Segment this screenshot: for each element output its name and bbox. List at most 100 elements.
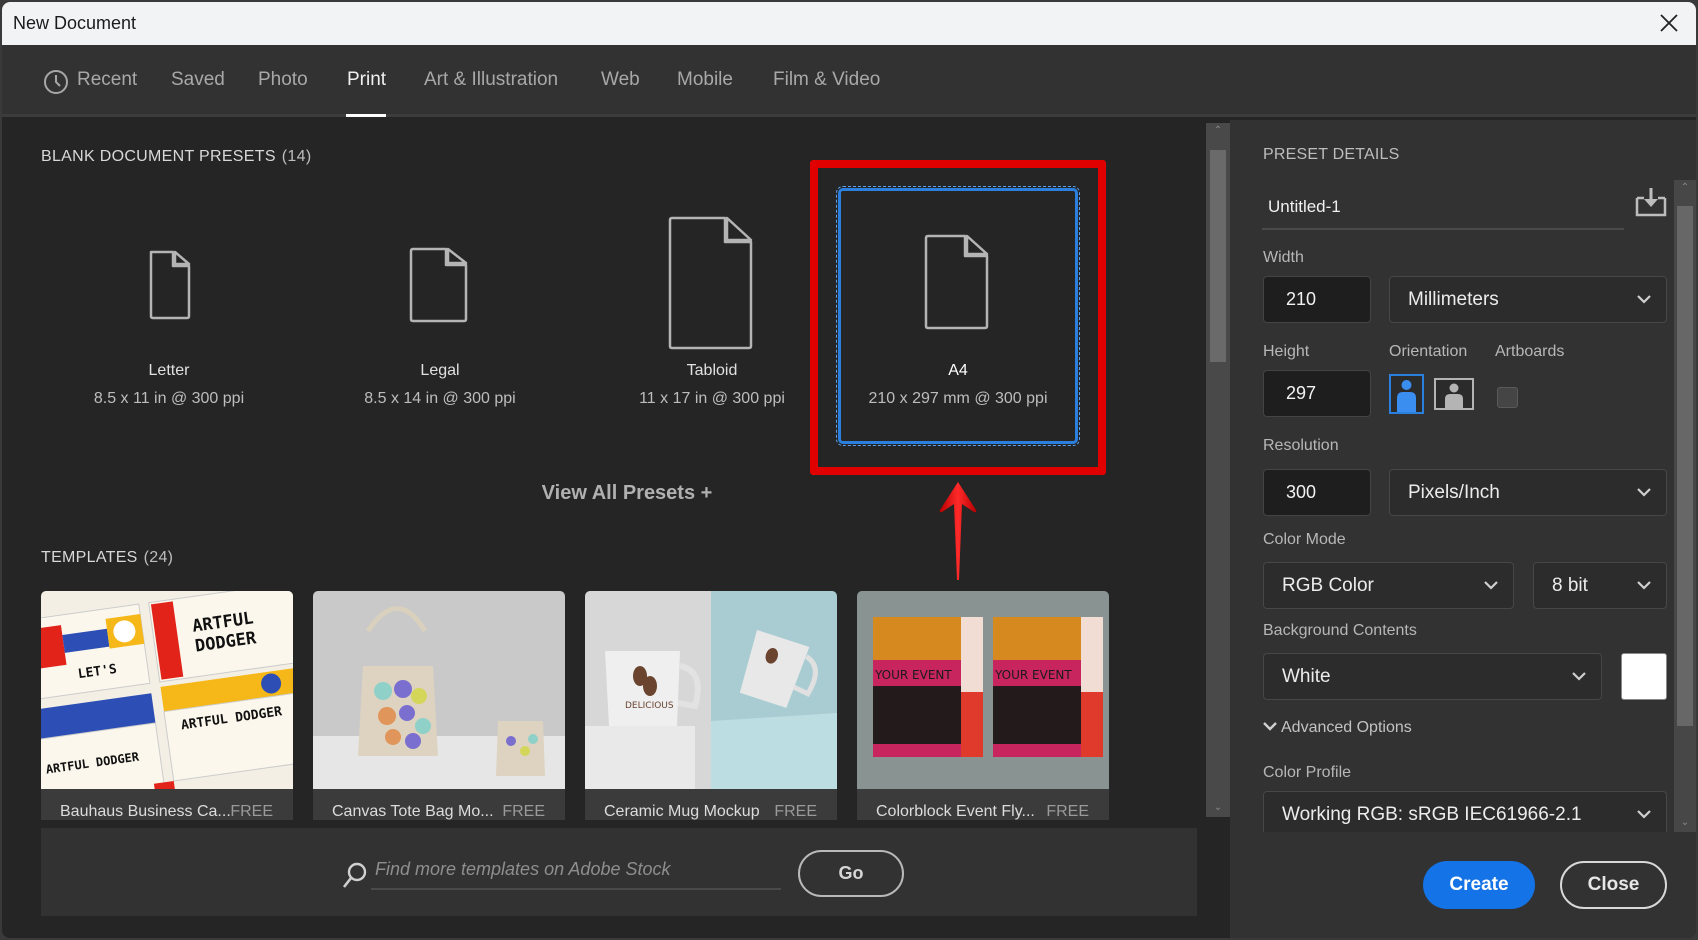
search-icon: [342, 862, 367, 888]
preset-description: 11 x 17 in @ 300 ppi: [639, 390, 785, 407]
chevron-down-icon: [1572, 672, 1586, 681]
tab-film-video[interactable]: Film & Video: [773, 69, 880, 91]
background-contents-dropdown[interactable]: White: [1263, 653, 1602, 700]
resolution-input[interactable]: [1263, 469, 1371, 516]
window-title: New Document: [13, 13, 137, 33]
scroll-up-icon[interactable]: ⌃: [1674, 182, 1696, 193]
tab-print[interactable]: Print: [347, 69, 386, 91]
preset-name: A4: [948, 362, 968, 379]
artboards-label: Artboards: [1495, 343, 1565, 360]
preset-a4[interactable]: A4 210 x 297 mm @ 300 ppi: [843, 192, 1073, 432]
bit-depth-value: 8 bit: [1552, 575, 1588, 596]
template-price-badge: FREE: [774, 803, 817, 820]
background-contents-value: White: [1282, 666, 1331, 687]
presets-scrollbar[interactable]: ⌃ ⌄: [1206, 123, 1230, 817]
scroll-up-icon[interactable]: ⌃: [1206, 125, 1230, 136]
template-price-badge: FREE: [230, 803, 273, 820]
template-card[interactable]: YOUR EVENT YOUR EVENT Colorblock Event F…: [857, 591, 1109, 820]
category-tabs: Recent Saved Photo Print Art & Illustrat…: [2, 45, 1696, 117]
landscape-orientation-button[interactable]: [1434, 378, 1474, 410]
scroll-down-icon[interactable]: ⌄: [1206, 802, 1230, 813]
portrait-orientation-button[interactable]: [1389, 374, 1424, 414]
close-window-icon[interactable]: [1656, 10, 1682, 36]
template-card[interactable]: LET'S ARTFUL DODGER ARTFUL DODGER ARTFUL…: [41, 591, 293, 820]
tab-photo[interactable]: Photo: [258, 69, 308, 91]
width-input[interactable]: [1263, 276, 1371, 323]
details-scrollbar[interactable]: ⌃ ⌄: [1674, 180, 1696, 832]
chevron-down-icon: [1484, 581, 1498, 590]
background-color-swatch[interactable]: [1621, 653, 1667, 700]
tab-recent[interactable]: Recent: [77, 69, 137, 91]
preset-description: 8.5 x 14 in @ 300 ppi: [364, 390, 516, 407]
stock-search-panel: Go: [41, 828, 1197, 916]
preset-letter[interactable]: Letter 8.5 x 11 in @ 300 ppi: [54, 192, 284, 432]
preset-name: Legal: [420, 362, 460, 379]
resolution-label: Resolution: [1263, 437, 1339, 454]
color-mode-value: RGB Color: [1282, 575, 1374, 596]
tab-mobile[interactable]: Mobile: [677, 69, 733, 91]
document-icon: [924, 234, 989, 330]
orientation-label: Orientation: [1389, 343, 1468, 360]
tab-art-illustration[interactable]: Art & Illustration: [424, 69, 558, 91]
template-thumbnail: DELICIOUS: [585, 591, 837, 789]
active-tab-indicator: [346, 114, 386, 117]
template-thumbnail: YOUR EVENT YOUR EVENT: [857, 591, 1109, 789]
advanced-options-toggle[interactable]: Advanced Options: [1263, 719, 1412, 737]
svg-text:YOUR EVENT: YOUR EVENT: [994, 668, 1072, 682]
color-profile-label: Color Profile: [1263, 764, 1352, 781]
close-button[interactable]: Close: [1560, 861, 1667, 909]
scrollbar-thumb[interactable]: [1210, 150, 1226, 362]
document-name-input[interactable]: [1262, 186, 1624, 230]
templates-heading: TEMPLATES (24): [41, 549, 173, 567]
templates-count: (24): [143, 549, 174, 566]
height-input[interactable]: [1263, 370, 1371, 417]
blank-presets-count: (14): [281, 148, 312, 165]
svg-text:DELICIOUS: DELICIOUS: [625, 701, 674, 711]
scroll-down-icon[interactable]: ⌄: [1674, 817, 1696, 828]
tab-web[interactable]: Web: [601, 69, 640, 91]
preset-tabloid[interactable]: Tabloid 11 x 17 in @ 300 ppi: [597, 192, 827, 432]
preset-name: Letter: [148, 362, 190, 379]
go-button[interactable]: Go: [798, 850, 904, 897]
clock-icon: [44, 70, 68, 94]
background-contents-label: Background Contents: [1263, 622, 1417, 639]
blank-presets-title: BLANK DOCUMENT PRESETS: [41, 148, 276, 165]
bit-depth-dropdown[interactable]: 8 bit: [1533, 562, 1667, 609]
artboards-checkbox[interactable]: [1497, 387, 1518, 408]
height-label: Height: [1263, 343, 1310, 360]
preset-details-heading: PRESET DETAILS: [1263, 146, 1400, 163]
preset-details-scroll-area: PRESET DETAILS Width Millimeters Height …: [1230, 120, 1670, 832]
stock-search-input[interactable]: [371, 850, 781, 890]
chevron-down-icon: [1637, 488, 1651, 497]
tab-saved[interactable]: Saved: [171, 69, 225, 91]
color-mode-dropdown[interactable]: RGB Color: [1263, 562, 1514, 609]
preset-legal[interactable]: Legal 8.5 x 14 in @ 300 ppi: [325, 192, 555, 432]
preset-name: Tabloid: [686, 362, 738, 379]
view-all-presets-link[interactable]: View All Presets +: [522, 482, 732, 505]
scrollbar-thumb[interactable]: [1677, 206, 1693, 726]
template-card[interactable]: DELICIOUS Ceramic Mug Mockup FREE: [585, 591, 837, 820]
chevron-down-icon: [1637, 810, 1651, 819]
chevron-down-icon: [1637, 581, 1651, 590]
save-preset-icon[interactable]: [1634, 186, 1668, 218]
template-name: Canvas Tote Bag Mo...: [332, 803, 494, 820]
title-bar: New Document: [2, 2, 1696, 45]
template-thumbnail: LET'S ARTFUL DODGER ARTFUL DODGER ARTFUL…: [41, 591, 293, 789]
new-document-dialog: New Document Recent Saved Photo Print Ar…: [2, 2, 1696, 938]
template-thumbnail: [313, 591, 565, 789]
document-icon: [149, 250, 191, 320]
preset-description: 210 x 297 mm @ 300 ppi: [868, 390, 1048, 407]
svg-text:YOUR EVENT: YOUR EVENT: [874, 668, 952, 682]
blank-presets-heading: BLANK DOCUMENT PRESETS (14): [41, 148, 311, 166]
color-profile-dropdown[interactable]: Working RGB: sRGB IEC61966-2.1: [1263, 791, 1667, 832]
template-price-badge: FREE: [502, 803, 545, 820]
advanced-options-label: Advanced Options: [1281, 719, 1412, 736]
create-button[interactable]: Create: [1423, 861, 1535, 909]
resolution-unit-dropdown[interactable]: Pixels/Inch: [1389, 469, 1667, 516]
template-name: Bauhaus Business Ca...: [60, 803, 231, 820]
chevron-down-icon: [1263, 722, 1277, 731]
document-icon: [409, 247, 468, 323]
width-label: Width: [1263, 249, 1304, 266]
template-card[interactable]: Canvas Tote Bag Mo... FREE: [313, 591, 565, 820]
width-unit-dropdown[interactable]: Millimeters: [1389, 276, 1667, 323]
